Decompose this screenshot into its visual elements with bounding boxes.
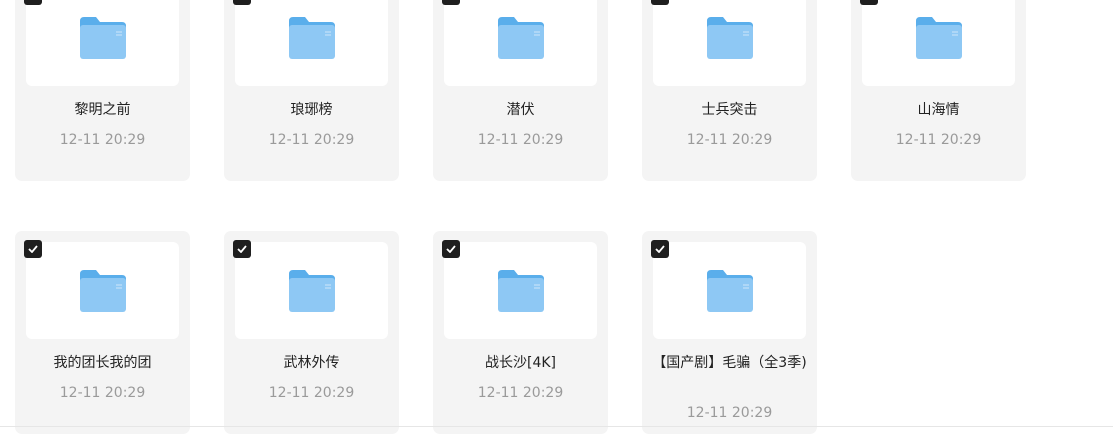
folder-date: 12-11 20:29 xyxy=(268,132,355,148)
folder-card[interactable]: 我的团长我的团 12-11 20:29 xyxy=(15,231,190,434)
folder-card[interactable]: 潜伏 12-11 20:29 xyxy=(433,0,608,181)
folder-thumbnail[interactable] xyxy=(862,0,1015,86)
folder-icon xyxy=(80,17,126,59)
bottom-divider xyxy=(0,426,1113,427)
checkmark-icon xyxy=(28,245,38,253)
folder-name: 【国产剧】毛骗（全3季) xyxy=(652,355,807,371)
folder-date: 12-11 20:29 xyxy=(477,385,564,401)
folder-icon xyxy=(707,17,753,59)
folder-card[interactable]: 士兵突击 12-11 20:29 xyxy=(642,0,817,181)
select-checkbox[interactable] xyxy=(442,0,460,5)
folder-icon xyxy=(289,17,335,59)
folder-date: 12-11 20:29 xyxy=(268,385,355,401)
select-checkbox[interactable] xyxy=(651,240,669,258)
folder-icon xyxy=(289,270,335,312)
select-checkbox[interactable] xyxy=(24,240,42,258)
folder-thumbnail[interactable] xyxy=(444,0,597,86)
folder-icon xyxy=(707,270,753,312)
folder-name: 士兵突击 xyxy=(701,102,758,118)
folder-icon xyxy=(498,17,544,59)
folder-date: 12-11 20:29 xyxy=(59,132,146,148)
folder-thumbnail[interactable] xyxy=(653,242,806,339)
folder-date: 12-11 20:29 xyxy=(477,132,564,148)
folder-date: 12-11 20:29 xyxy=(895,132,982,148)
select-checkbox[interactable] xyxy=(233,240,251,258)
folder-name: 黎明之前 xyxy=(74,102,131,118)
folder-date: 12-11 20:29 xyxy=(686,132,773,148)
select-checkbox[interactable] xyxy=(651,0,669,5)
select-checkbox[interactable] xyxy=(442,240,460,258)
select-checkbox[interactable] xyxy=(860,0,878,5)
folder-thumbnail[interactable] xyxy=(653,0,806,86)
folder-card[interactable]: 山海情 12-11 20:29 xyxy=(851,0,1026,181)
folder-name: 山海情 xyxy=(917,102,960,118)
file-grid-viewport: 黎明之前 12-11 20:29 琅琊榜 12-11 20:29 潜伏 12-1… xyxy=(0,0,1113,438)
folder-icon xyxy=(80,270,126,312)
folder-name: 潜伏 xyxy=(506,102,535,118)
folder-grid: 黎明之前 12-11 20:29 琅琊榜 12-11 20:29 潜伏 12-1… xyxy=(15,0,1026,434)
folder-thumbnail[interactable] xyxy=(235,0,388,86)
folder-icon xyxy=(916,17,962,59)
folder-card[interactable]: 战长沙[4K] 12-11 20:29 xyxy=(433,231,608,434)
folder-name: 武林外传 xyxy=(283,355,340,371)
folder-thumbnail[interactable] xyxy=(26,0,179,86)
folder-thumbnail[interactable] xyxy=(235,242,388,339)
folder-thumbnail[interactable] xyxy=(26,242,179,339)
checkmark-icon xyxy=(237,245,247,253)
checkmark-icon xyxy=(655,245,665,253)
folder-date: 12-11 20:29 xyxy=(686,405,773,421)
folder-thumbnail[interactable] xyxy=(444,242,597,339)
folder-card[interactable]: 【国产剧】毛骗（全3季) 12-11 20:29 xyxy=(642,231,817,434)
select-checkbox[interactable] xyxy=(24,0,42,5)
folder-icon xyxy=(498,270,544,312)
folder-name: 我的团长我的团 xyxy=(53,355,152,371)
folder-card[interactable]: 琅琊榜 12-11 20:29 xyxy=(224,0,399,181)
folder-date: 12-11 20:29 xyxy=(59,385,146,401)
folder-card[interactable]: 黎明之前 12-11 20:29 xyxy=(15,0,190,181)
folder-name: 琅琊榜 xyxy=(290,102,333,118)
select-checkbox[interactable] xyxy=(233,0,251,5)
folder-name: 战长沙[4K] xyxy=(484,355,556,371)
folder-card[interactable]: 武林外传 12-11 20:29 xyxy=(224,231,399,434)
checkmark-icon xyxy=(446,245,456,253)
